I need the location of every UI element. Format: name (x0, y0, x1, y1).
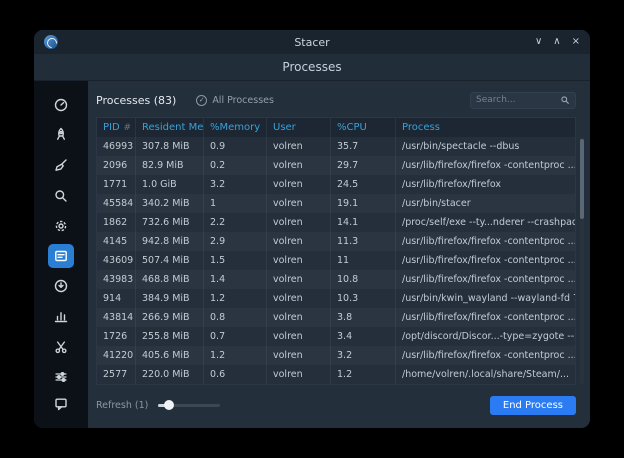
end-process-button[interactable]: End Process (490, 396, 576, 415)
all-processes-checkbox[interactable]: ✓ All Processes (196, 95, 274, 106)
titlebar: Stacer ∨ ∧ × (34, 30, 590, 54)
check-circle-icon: ✓ (196, 95, 207, 106)
table-body: 46993 307.8 MiB 0.9 volren 35.7 /usr/bin… (97, 137, 575, 384)
sidebar-item-resources[interactable] (48, 304, 74, 328)
refresh-interval-slider[interactable] (158, 404, 220, 407)
search-icon (560, 95, 570, 105)
dashboard-gauge-icon (53, 97, 69, 113)
main-content: Processes (83) ✓ All Processes PID # Res… (88, 81, 590, 428)
feedback-bubble-icon (53, 396, 69, 412)
sidebar-item-search[interactable] (48, 184, 74, 208)
sidebar-item-startup-apps[interactable] (48, 123, 74, 147)
gear-icon (53, 218, 69, 234)
table-scrollbar[interactable] (580, 137, 584, 384)
process-table: PID # Resident Mem %Memory User %CPU Pro… (96, 117, 576, 385)
column-header-process[interactable]: Process (396, 118, 575, 137)
window-title: Stacer (34, 36, 590, 49)
table-row[interactable]: 45584 340.2 MiB 1 volren 19.1 /usr/bin/s… (97, 194, 575, 213)
column-header-pid[interactable]: PID # (97, 118, 136, 137)
chart-icon (53, 308, 69, 324)
sidebar (34, 81, 88, 428)
table-row[interactable]: 43983 468.8 MiB 1.4 volren 10.8 /usr/lib… (97, 270, 575, 289)
column-header-user[interactable]: User (267, 118, 331, 137)
column-header-percent-cpu[interactable]: %CPU (331, 118, 396, 137)
maximize-button[interactable]: ∧ (553, 30, 560, 54)
scissors-icon (53, 339, 69, 355)
processes-icon (53, 248, 69, 264)
sidebar-item-feedback[interactable] (48, 392, 74, 416)
sidebar-item-uninstaller[interactable] (48, 274, 74, 298)
rocket-icon (53, 127, 69, 143)
processes-heading: Processes (83) (96, 94, 176, 107)
sidebar-item-processes[interactable] (48, 244, 74, 268)
table-row[interactable]: 2096 82.9 MiB 0.2 volren 29.7 /usr/lib/f… (97, 156, 575, 175)
table-row[interactable]: 41220 405.6 MiB 1.2 volren 3.2 /usr/lib/… (97, 346, 575, 365)
sidebar-item-system-cleaner[interactable] (48, 153, 74, 177)
scrollbar-thumb[interactable] (580, 139, 584, 219)
table-row[interactable]: 1771 1.0 GiB 3.2 volren 24.5 /usr/lib/fi… (97, 175, 575, 194)
sliders-icon (53, 369, 69, 385)
table-row[interactable]: 1862 732.6 MiB 2.2 volren 14.1 /proc/sel… (97, 213, 575, 232)
minimize-button[interactable]: ∨ (535, 30, 542, 54)
all-processes-label: All Processes (212, 95, 274, 106)
table-row[interactable]: 1726 255.8 MiB 0.7 volren 3.4 /opt/disco… (97, 327, 575, 346)
column-header-resident-mem[interactable]: Resident Mem (136, 118, 204, 137)
table-row[interactable]: 43814 266.9 MiB 0.8 volren 3.8 /usr/lib/… (97, 308, 575, 327)
column-header-percent-memory[interactable]: %Memory (204, 118, 267, 137)
uninstaller-icon (53, 278, 69, 294)
page-title: Processes (34, 54, 590, 81)
close-button[interactable]: × (572, 30, 580, 54)
sidebar-item-helpers[interactable] (48, 335, 74, 359)
sidebar-item-services[interactable] (48, 214, 74, 238)
processes-toolbar: Processes (83) ✓ All Processes (96, 90, 576, 110)
sidebar-item-settings[interactable] (48, 365, 74, 389)
slider-handle[interactable] (164, 400, 174, 410)
table-row[interactable]: 46993 307.8 MiB 0.9 volren 35.7 /usr/bin… (97, 137, 575, 156)
table-header-row: PID # Resident Mem %Memory User %CPU Pro… (97, 118, 575, 137)
table-row[interactable]: 914 384.9 MiB 1.2 volren 10.3 /usr/bin/k… (97, 289, 575, 308)
sort-indicator: # (123, 123, 131, 133)
footer-bar: Refresh (1) End Process (96, 395, 576, 415)
search-input[interactable] (476, 95, 560, 105)
search-box (470, 92, 576, 109)
table-row[interactable]: 4145 942.8 MiB 2.9 volren 11.3 /usr/lib/… (97, 232, 575, 251)
stacer-window: Stacer ∨ ∧ × Processes (34, 30, 590, 428)
broom-icon (53, 157, 69, 173)
table-row[interactable]: 2577 220.0 MiB 0.6 volren 1.2 /home/volr… (97, 365, 575, 384)
table-row[interactable]: 43609 507.4 MiB 1.5 volren 11 /usr/lib/f… (97, 251, 575, 270)
search-icon (53, 188, 69, 204)
sidebar-item-dashboard[interactable] (48, 93, 74, 117)
refresh-label: Refresh (1) (96, 400, 148, 411)
